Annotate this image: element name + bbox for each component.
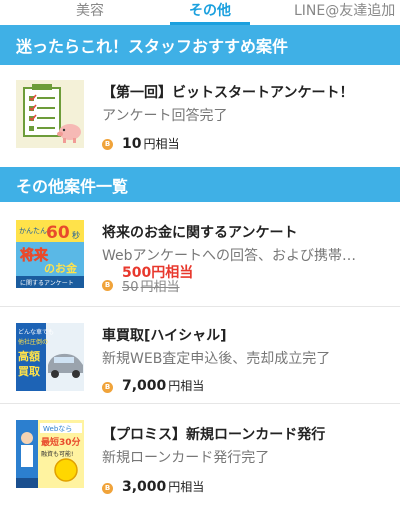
item-thumbnail: Webなら 最短30分 融資も可能! bbox=[16, 420, 84, 488]
svg-text:かんたん: かんたん bbox=[19, 227, 47, 235]
item-thumbnail bbox=[16, 80, 84, 148]
svg-text:のお金: のお金 bbox=[44, 261, 78, 275]
original-reward: 50 円相当 bbox=[122, 276, 180, 295]
list-item[interactable]: Webなら 最短30分 融資も可能! 【プロミス】新規ローンカード発行 新規ロー… bbox=[0, 404, 400, 508]
coin-icon: B bbox=[102, 280, 113, 291]
reward-unit: 円相当 bbox=[143, 137, 180, 151]
reward-value: 10 bbox=[122, 136, 142, 152]
svg-text:に関するアンケート: に関するアンケート bbox=[20, 280, 74, 287]
reward-value: 7,000 bbox=[122, 378, 167, 394]
item-description: アンケート回答完了 bbox=[102, 108, 228, 124]
item-description: 新規WEB査定申込後、売却成立完了 bbox=[102, 351, 331, 367]
item-title: 将来のお金に関するアンケート bbox=[102, 225, 298, 241]
list-item[interactable]: どんな車でも 他社圧倒の 高額 買取 車買取[ハイシャル] 新規WEB査定申込後… bbox=[0, 307, 400, 403]
section-header-others: その他案件一覧 bbox=[0, 167, 400, 202]
future-money-banner: かんたん 60 秒 将来 のお金 に関するアンケート bbox=[16, 220, 84, 288]
reward-unit: 円相当 bbox=[140, 280, 180, 295]
original-reward-value: 50 bbox=[122, 280, 139, 295]
coin-icon: B bbox=[102, 382, 113, 393]
svg-text:高額: 高額 bbox=[18, 349, 40, 363]
list-item[interactable]: 【第一回】ビットスタートアンケート！ アンケート回答完了 B 10 円相当 bbox=[0, 65, 400, 167]
survey-icon bbox=[16, 80, 84, 148]
item-reward: 3,000 円相当 bbox=[122, 478, 204, 495]
tab-beauty[interactable]: 美容 bbox=[60, 0, 120, 25]
svg-text:秒: 秒 bbox=[72, 230, 80, 240]
svg-text:Webなら: Webなら bbox=[43, 425, 72, 433]
item-title: 【第一回】ビットスタートアンケート！ bbox=[102, 85, 354, 101]
svg-text:60: 60 bbox=[46, 223, 70, 243]
car-buyout-banner: どんな車でも 他社圧倒の 高額 買取 bbox=[16, 323, 84, 391]
item-title: 車買取[ハイシャル] bbox=[102, 328, 227, 344]
svg-text:他社圧倒の: 他社圧倒の bbox=[18, 338, 48, 346]
item-description: 新規ローンカード発行完了 bbox=[102, 450, 270, 466]
item-title: 【プロミス】新規ローンカード発行 bbox=[102, 427, 326, 443]
item-reward: 10 円相当 bbox=[122, 135, 180, 152]
svg-text:融資も可能!: 融資も可能! bbox=[41, 450, 73, 458]
reward-unit: 円相当 bbox=[168, 379, 205, 393]
section-title: 迷ったらこれ！スタッフおすすめ案件 bbox=[16, 37, 289, 56]
list-item[interactable]: かんたん 60 秒 将来 のお金 に関するアンケート 将来のお金に関するアンケー… bbox=[0, 202, 400, 306]
coin-icon: B bbox=[102, 483, 113, 494]
section-title: その他案件一覧 bbox=[16, 176, 129, 196]
tab-line-friend[interactable]: LINE@友達追加 bbox=[294, 0, 400, 25]
svg-text:買取: 買取 bbox=[18, 365, 40, 378]
svg-text:どんな車でも: どんな車でも bbox=[18, 328, 54, 336]
promise-card-banner: Webなら 最短30分 融資も可能! bbox=[16, 420, 84, 488]
category-tabs: 美容 その他 LINE@友達追加 bbox=[0, 0, 400, 25]
item-thumbnail: かんたん 60 秒 将来 のお金 に関するアンケート bbox=[16, 220, 84, 288]
item-thumbnail: どんな車でも 他社圧倒の 高額 買取 bbox=[16, 323, 84, 391]
reward-unit: 円相当 bbox=[168, 480, 205, 494]
coin-icon: B bbox=[102, 139, 113, 150]
reward-value: 3,000 bbox=[122, 479, 167, 495]
svg-text:最短30分: 最短30分 bbox=[41, 436, 81, 448]
section-header-recommended: 迷ったらこれ！スタッフおすすめ案件 bbox=[0, 25, 400, 65]
item-reward: 7,000 円相当 bbox=[122, 377, 204, 394]
